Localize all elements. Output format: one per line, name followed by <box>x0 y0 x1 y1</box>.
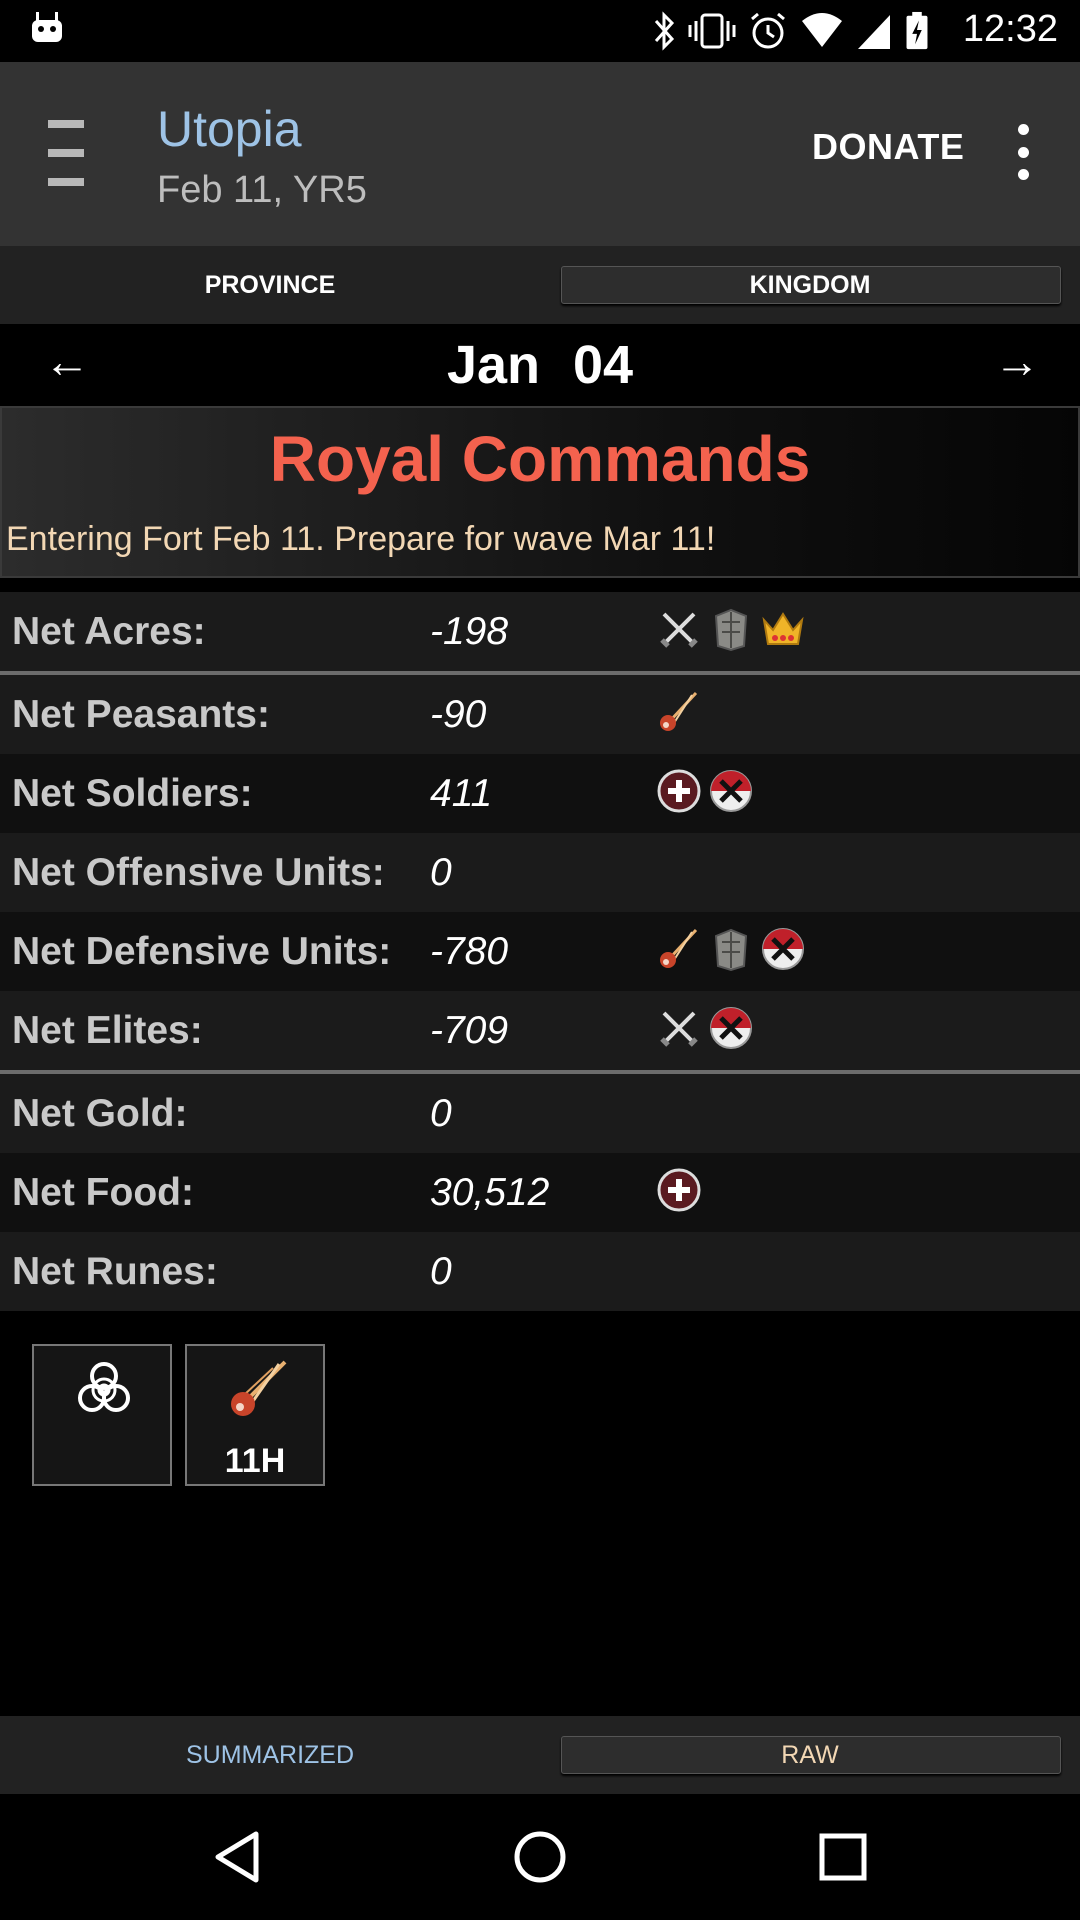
royal-commands-panel: Royal Commands Entering Fort Feb 11. Pre… <box>0 406 1080 578</box>
stat-value: 0 <box>430 1250 452 1293</box>
tab-raw-label: RAW <box>781 1740 839 1769</box>
meteor-icon <box>231 1360 287 1416</box>
top-tab-bar: PROVINCE KINGDOM <box>0 246 1080 324</box>
signal-icon <box>858 15 890 49</box>
status-icons <box>652 10 930 52</box>
vibrate-icon <box>688 13 736 49</box>
crossed-swords-icon <box>660 1011 698 1047</box>
stat-label: Net Runes: <box>12 1250 218 1293</box>
effect-tile-meteor[interactable]: 11H <box>185 1344 325 1486</box>
crown-icon <box>762 612 804 645</box>
medic-cross-icon <box>657 1168 701 1212</box>
crossed-shield-icon <box>762 928 804 970</box>
crossed-shield-icon <box>710 1007 752 1049</box>
bluetooth-icon <box>654 11 675 51</box>
stat-label: Net Gold: <box>12 1092 188 1135</box>
stat-row-net-food: Net Food: 30,512 <box>0 1153 1080 1232</box>
stats-list: Net Acres: -198 Net Peasants: -90 Net So… <box>0 592 1080 1311</box>
tab-raw[interactable]: RAW <box>540 1716 1080 1794</box>
back-icon[interactable] <box>204 1822 274 1892</box>
biohazard-icon <box>78 1362 130 1412</box>
tab-summarized[interactable]: SUMMARIZED <box>0 1716 540 1794</box>
bottom-tab-bar: SUMMARIZED RAW <box>0 1716 1080 1794</box>
app-title: Utopia <box>157 101 302 157</box>
wifi-icon <box>802 13 842 47</box>
stat-value: 30,512 <box>430 1171 550 1214</box>
stat-row-net-offensive-units: Net Offensive Units: 0 <box>0 833 1080 912</box>
meteor-icon <box>660 691 698 731</box>
stat-row-net-soldiers: Net Soldiers: 411 <box>0 754 1080 833</box>
current-date: Jan 04 <box>446 335 634 395</box>
stat-value: 0 <box>430 1092 452 1135</box>
status-bar: 12:32 <box>0 0 1080 62</box>
armor-icon <box>714 608 748 652</box>
donate-button[interactable]: DONATE <box>812 114 964 180</box>
stat-label: Net Defensive Units: <box>12 930 392 973</box>
stat-value: -198 <box>430 610 509 653</box>
crossed-shield-icon <box>710 770 752 812</box>
next-date-button[interactable]: → <box>994 334 1040 388</box>
stat-label: Net Offensive Units: <box>12 851 385 894</box>
stat-row-net-elites: Net Elites: -709 <box>0 991 1080 1070</box>
meteor-icon <box>660 928 698 968</box>
stat-value: -709 <box>430 1009 509 1052</box>
stat-row-net-peasants: Net Peasants: -90 <box>0 675 1080 754</box>
royal-commands-title: Royal Commands <box>269 423 811 495</box>
home-icon[interactable] <box>505 1822 575 1892</box>
hamburger-menu-icon[interactable] <box>48 114 84 192</box>
stat-label: Net Acres: <box>12 610 206 653</box>
stat-value: 411 <box>430 772 493 815</box>
android-icon <box>32 12 62 42</box>
stat-value: 0 <box>430 851 452 894</box>
overflow-menu-icon[interactable] <box>1010 114 1036 190</box>
stat-row-net-runes: Net Runes: 0 <box>0 1232 1080 1311</box>
royal-commands-message: Entering Fort Feb 11. Prepare for wave M… <box>6 520 716 558</box>
stat-row-net-gold: Net Gold: 0 <box>0 1074 1080 1153</box>
tab-summarized-label: SUMMARIZED <box>185 1740 355 1769</box>
stat-row-net-defensive-units: Net Defensive Units: -780 <box>0 912 1080 991</box>
effect-tile-label: 11H <box>224 1442 286 1480</box>
date-navigation: ← Jan 04 → <box>0 324 1080 406</box>
system-nav-bar <box>0 1794 1080 1920</box>
armor-icon <box>714 928 748 972</box>
stat-label: Net Peasants: <box>12 693 270 736</box>
stat-label: Net Food: <box>12 1171 194 1214</box>
app-subtitle: Feb 11, YR5 <box>157 169 367 211</box>
crossed-swords-icon <box>660 612 698 648</box>
tab-kingdom-label: KINGDOM <box>749 270 871 299</box>
tab-province-label: PROVINCE <box>204 270 336 299</box>
effect-tile-biohazard[interactable] <box>32 1344 172 1486</box>
stat-label: Net Elites: <box>12 1009 203 1052</box>
recents-icon[interactable] <box>808 1822 878 1892</box>
tab-province[interactable]: PROVINCE <box>0 246 540 324</box>
app-bar: Utopia Feb 11, YR5 DONATE <box>0 62 1080 246</box>
stat-label: Net Soldiers: <box>12 772 253 815</box>
medic-cross-icon <box>657 769 701 813</box>
battery-icon <box>906 11 928 50</box>
tab-kingdom[interactable]: KINGDOM <box>540 246 1080 324</box>
stat-value: -90 <box>430 693 487 736</box>
alarm-icon <box>751 12 785 49</box>
status-time: 12:32 <box>962 8 1058 50</box>
stat-value: -780 <box>430 930 509 973</box>
stat-row-net-acres: Net Acres: -198 <box>0 592 1080 671</box>
